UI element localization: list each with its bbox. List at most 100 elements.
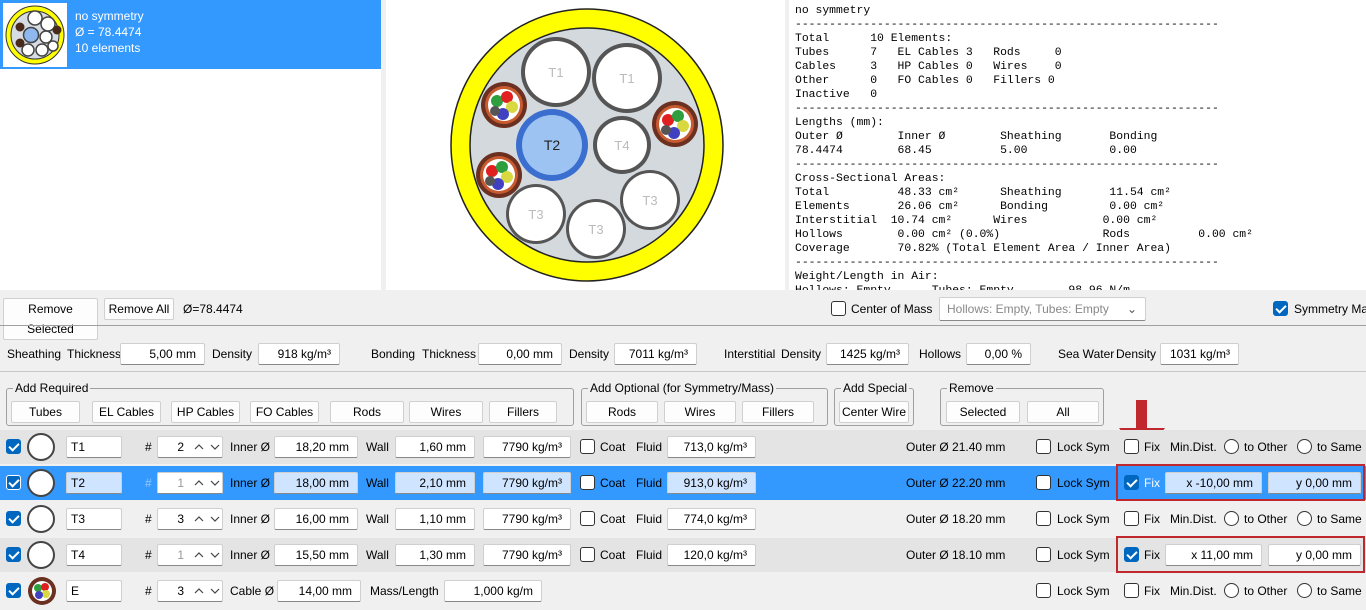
active-checkbox[interactable] xyxy=(6,511,21,526)
fix-checkbox[interactable] xyxy=(1124,511,1139,526)
density-input[interactable]: 7790 kg/m³ xyxy=(483,544,571,566)
inner-diameter-input[interactable]: 18,20 mm xyxy=(274,436,358,458)
coat-checkbox[interactable] xyxy=(580,511,595,526)
to-same-radio[interactable] xyxy=(1297,439,1312,454)
add-fillers-button[interactable]: Fillers xyxy=(489,401,557,423)
chevron-down-icon[interactable] xyxy=(210,584,220,598)
density-input[interactable]: 7790 kg/m³ xyxy=(483,508,571,530)
wall-input[interactable]: 2,10 mm xyxy=(395,472,475,494)
bonding-thickness-input[interactable]: 0,00 mm xyxy=(478,343,562,365)
chevron-down-icon[interactable] xyxy=(210,476,220,490)
hollows-percent-input[interactable]: 0,00 % xyxy=(966,343,1031,365)
coat-checkbox[interactable] xyxy=(580,547,595,562)
to-other-label: to Other xyxy=(1244,512,1288,526)
chevron-up-icon[interactable] xyxy=(194,440,204,454)
cable-diameter-input[interactable]: 14,00 mm xyxy=(277,580,361,602)
chevron-down-icon[interactable] xyxy=(210,548,220,562)
cable-cross-section[interactable]: T1 T1 T2 T4 T3 T3 T3 xyxy=(386,0,785,290)
inner-diameter-label: Inner Ø xyxy=(230,548,271,562)
active-checkbox[interactable] xyxy=(6,475,21,490)
active-checkbox[interactable] xyxy=(6,583,21,598)
density-input[interactable]: 7790 kg/m³ xyxy=(483,472,571,494)
active-checkbox[interactable] xyxy=(6,439,21,454)
add-hp-cables-button[interactable]: HP Cables xyxy=(171,401,240,423)
sheathing-density-input[interactable]: 918 kg/m³ xyxy=(258,343,340,365)
coat-checkbox[interactable] xyxy=(580,475,595,490)
inner-diameter-input[interactable]: 16,00 mm xyxy=(274,508,358,530)
add-center-wire-button[interactable]: Center Wire xyxy=(839,401,909,423)
remove-selected-button[interactable]: Remove Selected xyxy=(3,298,98,340)
wall-input[interactable]: 1,60 mm xyxy=(395,436,475,458)
lock-sym-checkbox[interactable] xyxy=(1036,439,1051,454)
to-same-radio[interactable] xyxy=(1297,511,1312,526)
inner-diameter-input[interactable]: 18,00 mm xyxy=(274,472,358,494)
remove-all-button[interactable]: Remove All xyxy=(104,298,174,320)
inner-diameter-input[interactable]: 15,50 mm xyxy=(274,544,358,566)
add-fo-cables-button[interactable]: FO Cables xyxy=(250,401,319,423)
count-spinner[interactable]: 3 xyxy=(157,580,223,602)
report-line: ----------------------------------------… xyxy=(795,19,1219,31)
bonding-density-input[interactable]: 7011 kg/m³ xyxy=(614,343,697,365)
add-el-cables-button[interactable]: EL Cables xyxy=(92,401,161,423)
element-name-input[interactable]: T2 xyxy=(66,472,122,494)
fluid-density-input[interactable]: 120,0 kg/m³ xyxy=(667,544,756,566)
outer-diameter-label: Outer Ø 21.40 mm xyxy=(906,440,1006,454)
chevron-up-icon[interactable] xyxy=(194,476,204,490)
seawater-density-input[interactable]: 1031 kg/m³ xyxy=(1160,343,1239,365)
density-input[interactable]: 7790 kg/m³ xyxy=(483,436,571,458)
lock-sym-checkbox[interactable] xyxy=(1036,547,1051,562)
element-name-input[interactable]: T4 xyxy=(66,544,122,566)
chevron-up-icon[interactable] xyxy=(194,548,204,562)
lock-sym-checkbox[interactable] xyxy=(1036,475,1051,490)
to-other-radio[interactable] xyxy=(1224,439,1239,454)
count-hash-label: # xyxy=(145,440,152,454)
element-name-input[interactable]: T1 xyxy=(66,436,122,458)
element-name-input[interactable]: T3 xyxy=(66,508,122,530)
tube-label: T3 xyxy=(642,193,657,208)
mass-length-input[interactable]: 1,000 kg/m xyxy=(444,580,542,602)
count-spinner[interactable]: 1 xyxy=(157,544,223,566)
add-tubes-button[interactable]: Tubes xyxy=(11,401,80,423)
symmetry-checkbox[interactable] xyxy=(1273,301,1288,316)
chevron-down-icon[interactable] xyxy=(210,512,220,526)
to-other-radio[interactable] xyxy=(1224,511,1239,526)
active-checkbox[interactable] xyxy=(6,547,21,562)
lock-sym-checkbox[interactable] xyxy=(1036,511,1051,526)
fluid-density-input[interactable]: 774,0 kg/m³ xyxy=(667,508,756,530)
to-same-label: to Same xyxy=(1317,512,1362,526)
add-wires-button[interactable]: Wires xyxy=(409,401,483,423)
count-spinner[interactable]: 2 xyxy=(157,436,223,458)
remove-selected-group-button[interactable]: Selected xyxy=(946,401,1020,423)
add-optional-fillers-button[interactable]: Fillers xyxy=(742,401,814,423)
hollows-select[interactable]: Hollows: Empty, Tubes: Empty ⌄ xyxy=(939,297,1146,321)
count-spinner[interactable]: 3 xyxy=(157,508,223,530)
fluid-density-input[interactable]: 913,0 kg/m³ xyxy=(667,472,756,494)
report-line: Total 48.33 cm² Sheathing 11.54 cm² xyxy=(795,187,1171,199)
to-same-radio[interactable] xyxy=(1297,583,1312,598)
tube-label: T4 xyxy=(614,138,629,153)
coat-checkbox[interactable] xyxy=(580,439,595,454)
add-optional-rods-button[interactable]: Rods xyxy=(586,401,658,423)
element-name-input[interactable]: E xyxy=(66,580,122,602)
fix-checkbox[interactable] xyxy=(1124,583,1139,598)
design-list[interactable]: no symmetry Ø = 78.4474 10 elements xyxy=(0,0,381,290)
count-spinner[interactable]: 1 xyxy=(157,472,223,494)
to-other-radio[interactable] xyxy=(1224,583,1239,598)
lock-sym-checkbox[interactable] xyxy=(1036,583,1051,598)
wall-input[interactable]: 1,30 mm xyxy=(395,544,475,566)
center-of-mass-checkbox[interactable] xyxy=(831,301,846,316)
design-list-item[interactable]: no symmetry Ø = 78.4474 10 elements xyxy=(0,0,381,69)
chevron-up-icon[interactable] xyxy=(194,584,204,598)
fix-checkbox[interactable] xyxy=(1124,439,1139,454)
wall-input[interactable]: 1,10 mm xyxy=(395,508,475,530)
fluid-density-input[interactable]: 713,0 kg/m³ xyxy=(667,436,756,458)
add-rods-button[interactable]: Rods xyxy=(330,401,404,423)
coat-label: Coat xyxy=(600,440,626,454)
chevron-down-icon[interactable] xyxy=(210,440,220,454)
chevron-up-icon[interactable] xyxy=(194,512,204,526)
remove-all-group-button[interactable]: All xyxy=(1027,401,1099,423)
add-optional-wires-button[interactable]: Wires xyxy=(664,401,736,423)
sheathing-thickness-input[interactable]: 5,00 mm xyxy=(120,343,205,365)
interstitial-density-input[interactable]: 1425 kg/m³ xyxy=(826,343,909,365)
count-hash-label: # xyxy=(145,548,152,562)
